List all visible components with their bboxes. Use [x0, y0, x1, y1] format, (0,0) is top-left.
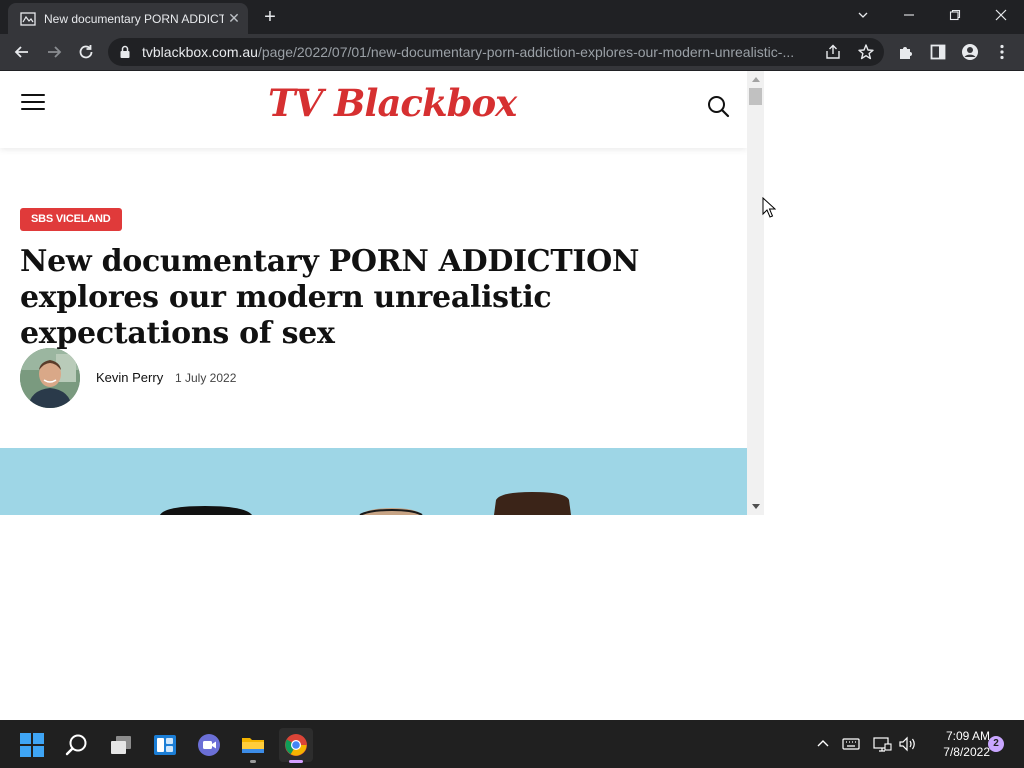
speaker-icon	[899, 736, 915, 752]
teams-chat-button[interactable]	[192, 728, 226, 762]
chrome-taskbar-button[interactable]	[279, 728, 313, 763]
url-text[interactable]: tvblackbox.com.au/page/2022/07/01/new-do…	[142, 44, 818, 60]
tab-search-button[interactable]	[840, 0, 886, 32]
network-button[interactable]	[872, 734, 892, 754]
file-explorer-button[interactable]	[236, 728, 270, 763]
author-name[interactable]: Kevin Perry	[96, 370, 163, 386]
running-indicator	[250, 760, 256, 763]
browser-toolbar: tvblackbox.com.au/page/2022/07/01/new-do…	[0, 34, 1024, 71]
hero-image	[0, 448, 747, 515]
arrow-left-icon	[14, 46, 28, 58]
clock-date: 7/8/2022	[943, 745, 990, 759]
windows-taskbar: 7:09 AM 7/8/2022	[0, 720, 1024, 768]
widgets-button[interactable]	[148, 728, 182, 762]
page-scrollbar[interactable]	[747, 71, 764, 515]
close-icon	[995, 9, 1007, 21]
site-logo[interactable]: TV Blackbox	[268, 81, 517, 125]
arrow-right-icon	[48, 46, 62, 58]
touch-keyboard-button[interactable]	[841, 734, 861, 754]
network-icon	[873, 737, 892, 752]
chrome-menu-button[interactable]	[990, 40, 1014, 64]
keyboard-icon	[842, 738, 860, 750]
lock-icon[interactable]	[119, 45, 131, 59]
article-headline: New documentary PORN ADDICTION explores …	[20, 244, 640, 351]
side-panel-button[interactable]	[926, 40, 950, 64]
chevron-down-icon	[858, 12, 868, 18]
hamburger-menu-icon[interactable]	[21, 94, 45, 112]
browser-tab[interactable]: New documentary PORN ADDICTION explores …	[8, 3, 248, 34]
reload-button[interactable]	[74, 40, 98, 64]
side-panel-icon	[930, 44, 946, 60]
kebab-menu-icon	[1000, 44, 1004, 60]
share-icon[interactable]	[824, 43, 842, 61]
site-header: TV Blackbox	[0, 71, 747, 148]
video-chat-icon	[198, 734, 220, 756]
url-host: tvblackbox.com.au	[142, 44, 258, 60]
clock-time: 7:09 AM	[945, 729, 990, 743]
reload-icon	[79, 45, 93, 59]
minimize-icon	[904, 14, 914, 16]
close-window-button[interactable]	[978, 0, 1024, 32]
mouse-cursor-icon	[762, 197, 776, 218]
scroll-down-arrow-icon[interactable]	[752, 504, 760, 509]
widgets-icon	[154, 735, 176, 755]
tab-title: New documentary PORN ADDICTION explores …	[44, 12, 224, 26]
system-clock[interactable]: 7:09 AM 7/8/2022	[924, 728, 990, 760]
site-favicon-icon	[20, 12, 36, 26]
task-view-icon	[111, 736, 131, 754]
task-view-button[interactable]	[104, 728, 138, 762]
search-icon[interactable]	[706, 94, 730, 118]
page-viewport: TV Blackbox SBS VICELAND New documentary…	[0, 71, 764, 515]
start-button[interactable]	[15, 728, 49, 762]
puzzle-icon	[900, 47, 912, 59]
category-badge[interactable]: SBS VICELAND	[20, 208, 122, 231]
chrome-icon	[285, 734, 307, 756]
scroll-up-arrow-icon[interactable]	[752, 77, 760, 82]
url-path: /page/2022/07/01/new-documentary-porn-ad…	[257, 44, 795, 60]
search-icon	[65, 734, 87, 756]
minimize-button[interactable]	[886, 0, 932, 32]
show-hidden-icons-button[interactable]	[813, 734, 833, 754]
active-indicator	[289, 760, 303, 763]
tab-close-icon[interactable]: ✕	[225, 9, 243, 27]
browser-tab-strip: New documentary PORN ADDICTION explores …	[0, 0, 1024, 34]
restore-icon	[949, 9, 961, 21]
chevron-up-icon	[817, 740, 829, 747]
restore-button[interactable]	[932, 0, 978, 32]
scrollbar-thumb[interactable]	[749, 88, 762, 105]
windows-logo-icon	[20, 733, 44, 757]
notification-badge[interactable]: 2	[988, 736, 1004, 752]
extensions-button[interactable]	[894, 40, 918, 64]
back-button[interactable]	[10, 40, 34, 64]
forward-button[interactable]	[42, 40, 66, 64]
publish-date: 1 July 2022	[175, 371, 237, 385]
profile-button[interactable]	[958, 40, 982, 64]
taskbar-search-button[interactable]	[60, 728, 94, 762]
volume-button[interactable]	[898, 734, 918, 754]
folder-icon	[242, 738, 264, 753]
author-avatar[interactable]	[20, 348, 80, 408]
profile-icon	[962, 44, 978, 60]
bookmark-star-icon[interactable]	[857, 43, 875, 61]
new-tab-button[interactable]: +	[258, 6, 282, 30]
address-bar[interactable]: tvblackbox.com.au/page/2022/07/01/new-do…	[108, 38, 884, 66]
